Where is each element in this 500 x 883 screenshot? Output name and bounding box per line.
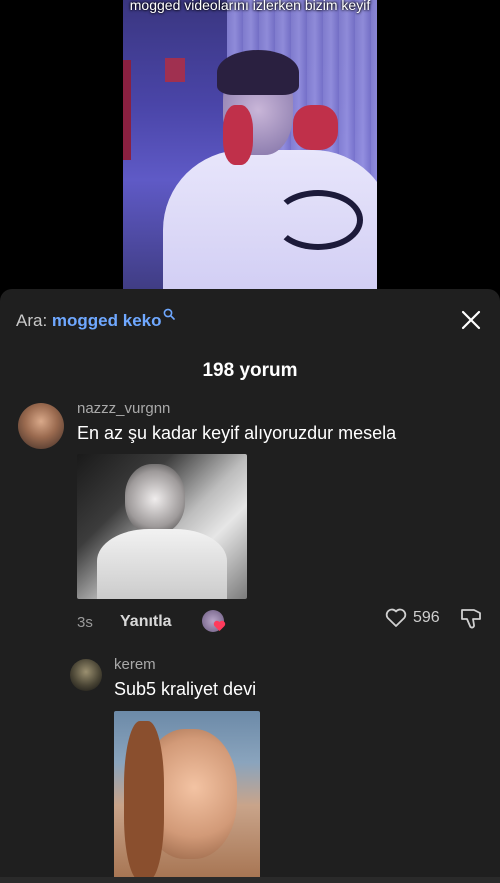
wall-decoration bbox=[123, 60, 131, 160]
video-frame bbox=[123, 0, 377, 300]
comment-image[interactable] bbox=[114, 711, 260, 883]
video-player[interactable]: mogged videolarını izlerken bizim keyif bbox=[0, 0, 500, 300]
video-caption: mogged videolarını izlerken bizim keyif bbox=[129, 0, 371, 13]
scarf-left bbox=[223, 105, 253, 165]
comments-sheet: Ara: mogged keko 198 yorum nazzz_vurgnn … bbox=[0, 289, 500, 883]
comment-image-hair bbox=[124, 721, 164, 881]
reply-comment-item: kerem Sub5 kraliyet devi bbox=[0, 289, 500, 883]
person-hair bbox=[217, 50, 299, 95]
comment-text: Sub5 kraliyet devi bbox=[114, 679, 257, 699]
shirt-print bbox=[273, 190, 363, 250]
scarf-right bbox=[293, 105, 338, 150]
avatar[interactable] bbox=[70, 659, 102, 691]
bottom-divider bbox=[0, 877, 500, 883]
comment-username[interactable]: kerem bbox=[114, 656, 156, 673]
wall-poster bbox=[165, 58, 185, 82]
